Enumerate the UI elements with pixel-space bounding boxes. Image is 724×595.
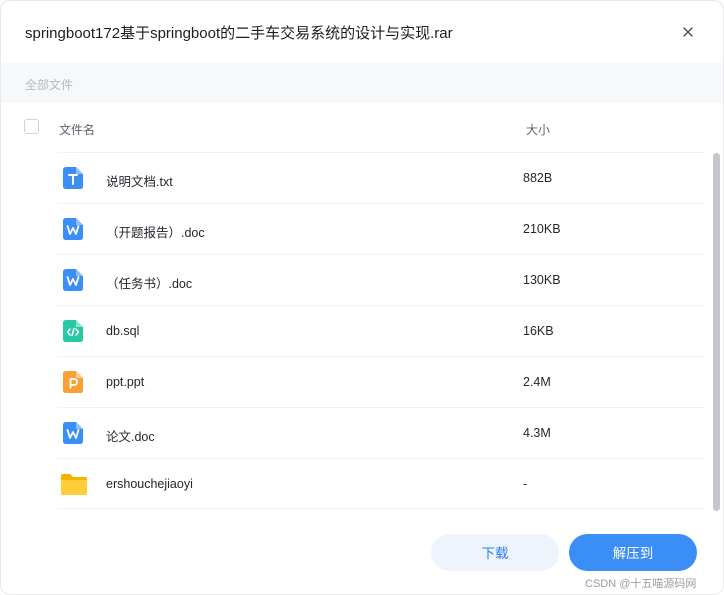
file-name[interactable]: （任务书）.doc bbox=[106, 273, 192, 292]
file-name[interactable]: db.sql bbox=[106, 324, 139, 338]
file-name[interactable]: 论文.doc bbox=[106, 426, 155, 445]
scrollbar-thumb[interactable] bbox=[713, 153, 720, 511]
file-row[interactable]: （任务书）.doc 130KB bbox=[57, 254, 705, 305]
file-row[interactable]: db.sql 16KB bbox=[57, 305, 705, 356]
watermark: CSDN @十五喵源码网 bbox=[585, 578, 697, 590]
download-button[interactable]: 下载 bbox=[431, 534, 559, 571]
file-name[interactable]: 说明文档.txt bbox=[106, 171, 173, 190]
file-size: 130KB bbox=[523, 273, 561, 287]
file-size: - bbox=[523, 477, 528, 491]
file-row[interactable]: 说明文档.txt 882B bbox=[57, 152, 705, 203]
file-row[interactable]: 论文.doc 4.3M bbox=[57, 407, 705, 458]
breadcrumb-root[interactable]: 全部文件 bbox=[25, 76, 73, 93]
file-row[interactable]: ershouchejiaoyi - bbox=[57, 458, 705, 509]
file-name[interactable]: ppt.ppt bbox=[106, 375, 144, 389]
txt-file-icon bbox=[63, 167, 83, 189]
file-size: 210KB bbox=[523, 222, 561, 236]
file-row[interactable]: ppt.ppt 2.4M bbox=[57, 356, 705, 407]
folder-icon bbox=[61, 474, 87, 495]
file-table-header: 文件名 大小 bbox=[1, 103, 723, 153]
file-size: 882B bbox=[523, 171, 553, 185]
word-file-icon bbox=[63, 269, 83, 291]
breadcrumb: 全部文件 bbox=[1, 63, 723, 103]
file-list: 说明文档.txt 882B （开题报告）.doc 210KB （任务书）.doc… bbox=[1, 152, 713, 512]
file-size: 4.3M bbox=[523, 426, 551, 440]
file-row[interactable]: （开题报告）.doc 210KB bbox=[57, 203, 705, 254]
code-file-icon bbox=[63, 320, 83, 342]
file-name[interactable]: ershouchejiaoyi bbox=[106, 477, 193, 491]
extract-to-button[interactable]: 解压到 bbox=[569, 534, 697, 571]
ppt-file-icon bbox=[63, 371, 83, 393]
file-name[interactable]: （开题报告）.doc bbox=[106, 222, 205, 241]
dialog-title: springboot172基于springboot的二手车交易系统的设计与实现.… bbox=[25, 25, 453, 42]
column-header-size: 大小 bbox=[526, 123, 551, 137]
word-file-icon bbox=[63, 422, 83, 444]
file-size: 2.4M bbox=[523, 375, 551, 389]
word-file-icon bbox=[63, 218, 83, 240]
column-header-name: 文件名 bbox=[59, 123, 96, 137]
archive-preview-dialog: springboot172基于springboot的二手车交易系统的设计与实现.… bbox=[0, 0, 724, 595]
file-size: 16KB bbox=[523, 324, 554, 338]
close-icon[interactable] bbox=[677, 21, 699, 43]
select-all-checkbox[interactable] bbox=[24, 119, 39, 134]
